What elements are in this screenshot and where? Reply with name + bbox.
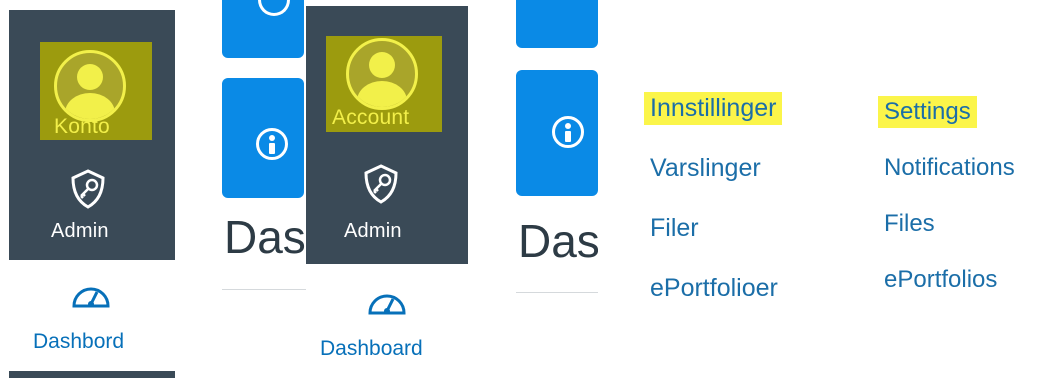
- nav-account-label: Account: [332, 106, 410, 129]
- title-divider: [516, 292, 598, 293]
- avatar-icon: [346, 38, 418, 110]
- menu-item-files[interactable]: Files: [884, 210, 935, 238]
- menu-item-settings[interactable]: Settings: [878, 96, 977, 128]
- nav-admin-label: Admin: [51, 220, 109, 242]
- admin-shield-key-icon: [364, 164, 398, 204]
- dashboard-speedometer-icon: [368, 294, 406, 315]
- nav-admin-norwegian[interactable]: Admin: [40, 165, 152, 245]
- account-menu-english: Settings Notifications Files ePortfolios: [876, 84, 1041, 314]
- page-title-fragment: Das: [224, 211, 306, 263]
- nav-account-english[interactable]: Account: [326, 36, 442, 132]
- title-divider: [222, 289, 306, 290]
- menu-item-eportfolios[interactable]: ePortfolios: [884, 266, 997, 294]
- account-menu-norwegian: Innstillinger Varslinger Filer ePortfoli…: [640, 80, 840, 320]
- menu-item-notifications[interactable]: Varslinger: [650, 154, 761, 183]
- page-title-fragment: Das: [518, 215, 598, 267]
- nav-admin-english[interactable]: Admin: [330, 160, 442, 248]
- nav-dashboard-norwegian[interactable]: Dashbord: [20, 280, 170, 360]
- avatar-icon: [54, 50, 126, 122]
- nav-dashboard-english[interactable]: Dashboard: [312, 285, 468, 365]
- nav-dashboard-label: Dashboard: [320, 337, 423, 360]
- info-icon: [552, 116, 584, 148]
- dashboard-card-top[interactable]: [516, 0, 598, 48]
- menu-item-settings[interactable]: Innstillinger: [644, 92, 783, 125]
- sidebar-bottom-strip: [9, 371, 175, 378]
- info-icon: [256, 128, 288, 160]
- nav-admin-label: Admin: [344, 220, 402, 242]
- nav-dashboard-label: Dashbord: [33, 330, 125, 353]
- dashboard-card[interactable]: [222, 78, 304, 198]
- menu-item-files[interactable]: Filer: [650, 214, 699, 243]
- dashboard-card[interactable]: [516, 70, 598, 196]
- menu-item-eportfolios[interactable]: ePortfolioer: [650, 274, 778, 303]
- nav-account-label: Konto: [54, 115, 110, 138]
- nav-account-norwegian[interactable]: Konto: [40, 42, 152, 140]
- admin-shield-key-icon: [71, 169, 105, 209]
- dashboard-speedometer-icon: [72, 287, 110, 308]
- menu-item-notifications[interactable]: Notifications: [884, 154, 1015, 182]
